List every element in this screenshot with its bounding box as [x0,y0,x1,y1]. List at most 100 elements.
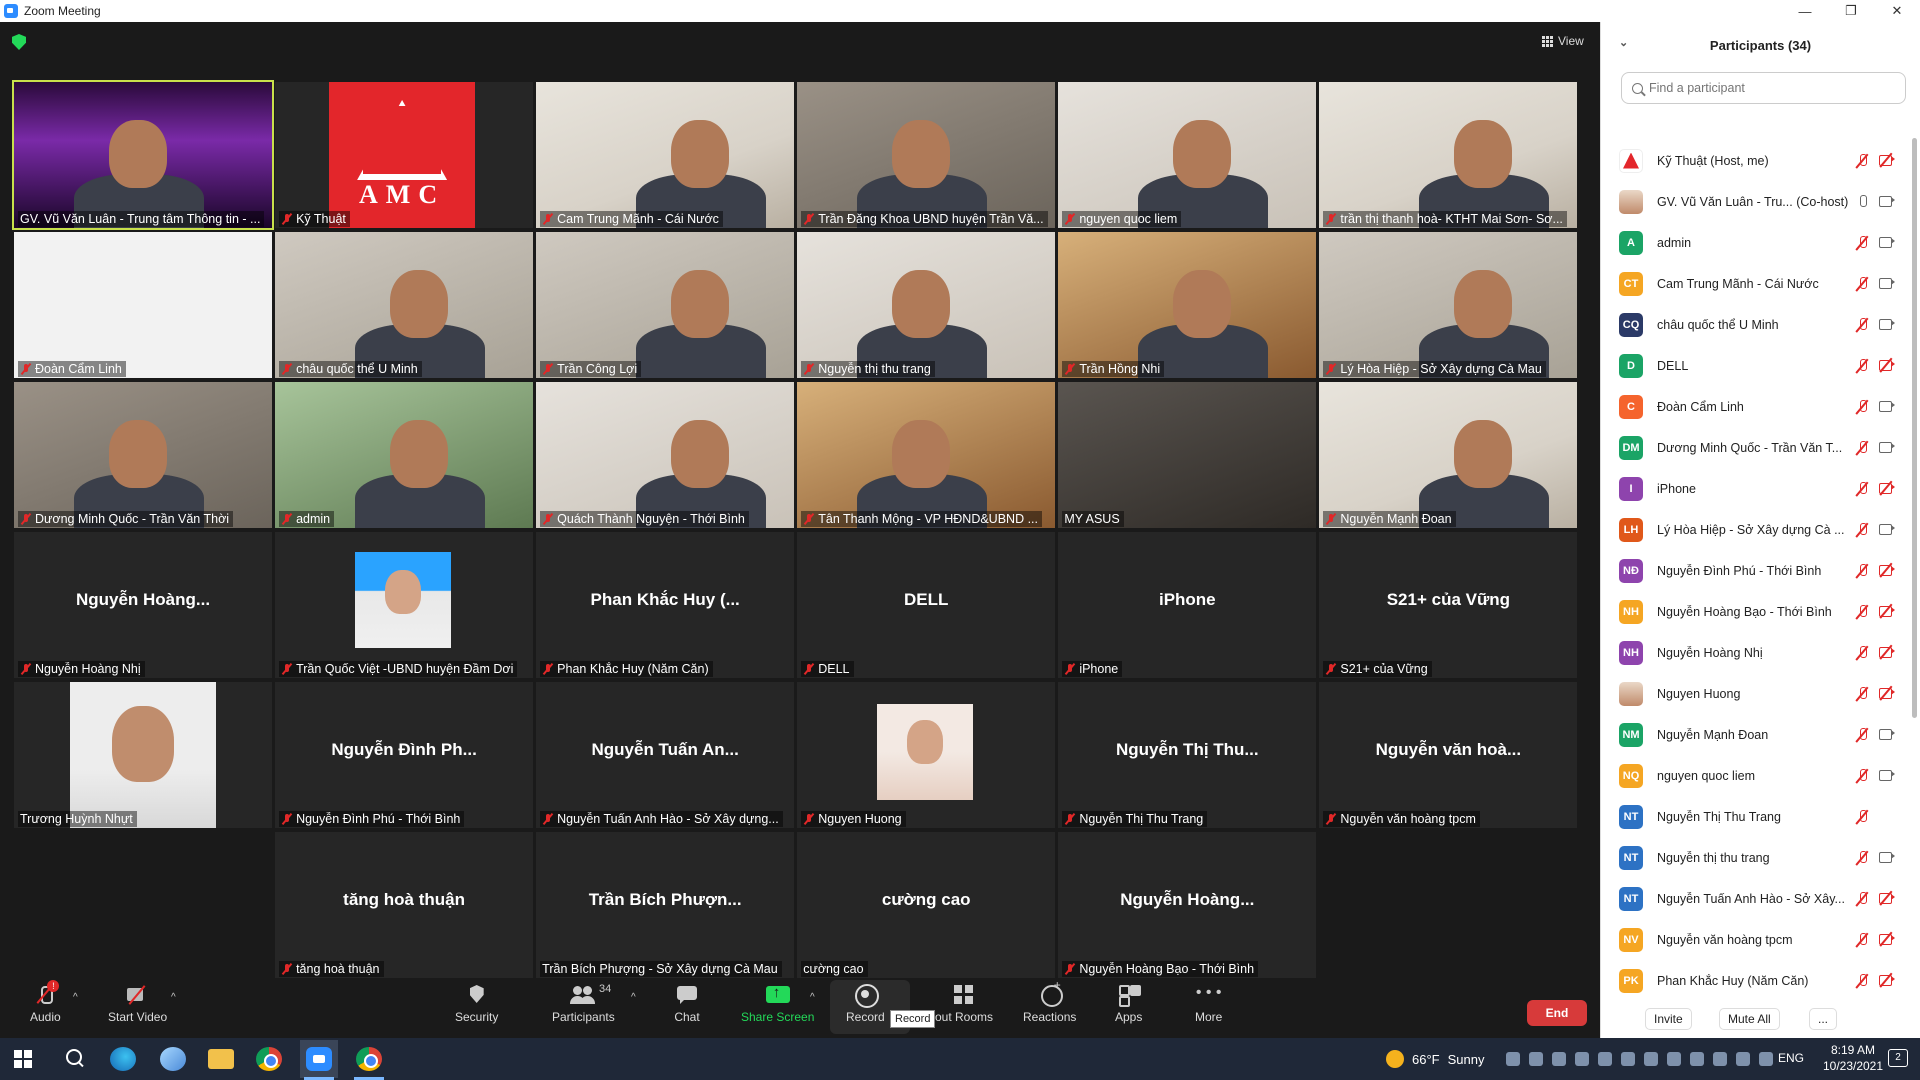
participant-tile[interactable]: trần thị thanh hoà- KTHT Mai Sơn- Sơ... [1319,82,1578,228]
muted-mic-icon[interactable] [1855,358,1869,374]
mute-all-button[interactable]: Mute All [1719,1008,1780,1030]
video-off-icon[interactable] [1879,972,1895,988]
participant-tile[interactable]: tăng hoà thuận tăng hoà thuận [275,832,534,978]
participant-row[interactable]: CQ châu quốc thể U Minh [1601,304,1907,345]
participant-tile[interactable]: admin [275,382,534,528]
muted-mic-icon[interactable] [1855,317,1869,333]
participant-row[interactable]: DM Dương Minh Quốc - Trần Văn T... [1601,427,1907,468]
more-button[interactable]: More [1195,984,1222,1024]
muted-mic-icon[interactable] [1855,727,1869,743]
participant-tile[interactable]: Dương Minh Quốc - Trần Văn Thời [14,382,272,528]
participant-tile[interactable]: nguyen quoc liem [1058,82,1317,228]
chrome-profile-icon[interactable] [356,1047,382,1071]
video-camera-icon[interactable] [1879,769,1895,781]
participant-row[interactable]: NV Nguyễn văn hoàng tpcm [1601,919,1907,960]
apps-button[interactable]: Apps [1115,984,1142,1024]
participant-tile[interactable]: Trần Bích Phượn... Trần Bích Phượng - Sở … [536,832,795,978]
muted-mic-icon[interactable] [1855,481,1869,497]
taskbar-search-icon[interactable] [62,1047,88,1071]
share-options-chevron-icon[interactable]: ^ [810,992,815,1003]
participant-tile[interactable]: châu quốc thể U Minh [275,232,534,378]
participant-row[interactable]: Nguyen Huong [1601,673,1907,714]
participant-tile[interactable]: Nguyen Huong [797,682,1056,828]
weather-widget[interactable]: 66°F Sunny [1386,1050,1484,1068]
participant-row[interactable]: NH Nguyễn Hoàng Bạo - Thới Bình [1601,591,1907,632]
zoom-taskbar-icon[interactable] [306,1047,332,1071]
muted-mic-icon[interactable] [1855,276,1869,292]
participant-tile[interactable]: Nguyễn Hoàng... Nguyễn Hoàng Bạo - Thới B… [1058,832,1317,978]
participant-tile[interactable]: GV. Vũ Văn Luân - Trung tâm Thông tin - … [12,80,274,230]
onedrive-icon[interactable] [1506,1052,1520,1066]
participant-search[interactable] [1621,72,1906,104]
participant-row[interactable]: GV. Vũ Văn Luân - Tru... (Co-host) [1601,181,1907,222]
video-off-icon[interactable] [1879,685,1895,701]
video-off-icon[interactable] [1879,890,1895,906]
muted-mic-icon[interactable] [1855,153,1869,169]
participant-tile[interactable]: Tân Thanh Mộng - VP HĐND&UBND ... [797,382,1056,528]
participant-tile[interactable]: Nguyễn thị thu trang [797,232,1056,378]
participant-tile[interactable]: Trần Hồng Nhi [1058,232,1317,378]
video-camera-icon[interactable] [1879,400,1895,412]
taskbar-clock[interactable]: 8:19 AM 10/23/2021 [1818,1042,1888,1074]
participant-row[interactable]: NM Nguyễn Mạnh Đoan [1601,714,1907,755]
participant-tile[interactable]: Trần Công Lợi [536,232,795,378]
muted-mic-icon[interactable] [1855,768,1869,784]
security-button[interactable]: Security [455,984,498,1024]
participant-row[interactable]: Aadmin [1601,222,1907,263]
muted-mic-icon[interactable] [1855,850,1869,866]
muted-mic-icon[interactable] [1855,809,1869,825]
tray-app-icon[interactable] [1575,1052,1589,1066]
edge-browser-icon[interactable] [110,1047,136,1071]
view-button[interactable]: View [1542,34,1584,48]
video-camera-icon[interactable] [1879,318,1895,330]
speaker-icon[interactable] [1713,1052,1727,1066]
video-camera-icon[interactable] [1879,851,1895,863]
chevron-up-icon[interactable] [1759,1052,1773,1066]
participants-options-chevron-icon[interactable]: ^ [631,992,636,1003]
participant-tile[interactable]: S21+ của Vững S21+ của Vững [1319,532,1578,678]
video-off-icon[interactable] [1879,644,1895,660]
participant-tile[interactable]: Quách Thành Nguyện - Thới Bình [536,382,795,528]
audio-options-chevron-icon[interactable]: ^ [73,992,78,1003]
share-screen-button[interactable]: Share Screen [741,984,814,1024]
reactions-button[interactable]: Reactions [1023,978,1076,1024]
audio-button[interactable]: ! Audio [30,980,61,1024]
muted-mic-icon[interactable] [1855,645,1869,661]
tray-app-icon[interactable] [1644,1052,1658,1066]
participant-row[interactable]: Kỹ Thuật (Host, me) [1601,140,1907,181]
muted-mic-icon[interactable] [1855,891,1869,907]
video-camera-icon[interactable] [1879,195,1895,207]
participant-tile[interactable]: AMC Kỹ Thuật [275,82,534,228]
video-options-chevron-icon[interactable]: ^ [171,992,176,1003]
muted-mic-icon[interactable] [1855,440,1869,456]
participant-tile[interactable]: Nguyễn Hoàng... Nguyễn Hoàng Nhị [14,532,272,678]
participant-row[interactable]: C Đoàn Cẩm Linh [1601,386,1907,427]
breakout-rooms-button[interactable]: out Rooms [935,984,993,1024]
start-video-button[interactable]: Start Video [108,984,167,1024]
video-camera-icon[interactable] [1879,441,1895,453]
video-camera-icon[interactable] [1879,728,1895,740]
notification-center-icon[interactable]: 2 [1888,1049,1908,1067]
video-off-icon[interactable] [1879,562,1895,578]
muted-mic-icon[interactable] [1855,932,1869,948]
participant-tile[interactable]: Đoàn Cẩm Linh [14,232,272,378]
chat-button[interactable]: Chat [674,984,700,1024]
video-off-icon[interactable] [1879,357,1895,373]
video-off-icon[interactable] [1879,480,1895,496]
mic-icon[interactable] [1855,194,1869,210]
tray-app-icon[interactable] [1621,1052,1635,1066]
participant-list-scrollbar[interactable] [1912,138,1917,718]
record-button[interactable]: Record [846,984,885,1024]
input-language[interactable]: ENG [1778,1051,1804,1065]
video-camera-icon[interactable] [1879,277,1895,289]
windows-start-icon[interactable] [14,1050,32,1068]
end-meeting-button[interactable]: End [1527,1000,1587,1026]
muted-mic-icon[interactable] [1855,522,1869,538]
participant-tile[interactable]: MY ASUS [1058,382,1317,528]
muted-mic-icon[interactable] [1855,973,1869,989]
collapse-chevron-icon[interactable]: ⌄ [1619,36,1628,49]
participant-tile[interactable]: Nguyễn Tuấn An... Nguyễn Tuấn Anh Hào - S… [536,682,795,828]
file-explorer-icon[interactable] [208,1049,234,1069]
restore-icon[interactable]: ❐ [1828,0,1874,22]
muted-mic-icon[interactable] [1855,235,1869,251]
